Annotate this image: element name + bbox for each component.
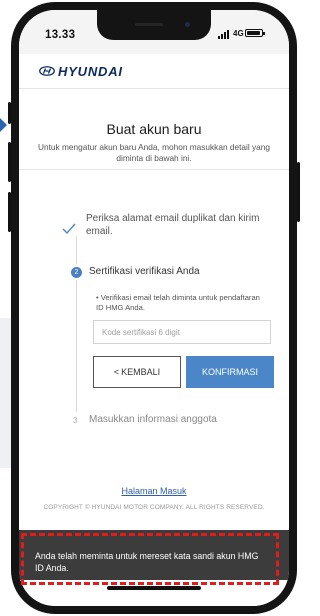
back-button-label: KEMBALI bbox=[121, 367, 161, 377]
chevron-left-icon: < bbox=[113, 367, 120, 377]
hyundai-emblem-icon[interactable] bbox=[39, 66, 55, 76]
phone-frame: 13.33 4G HYUNDAI Buat akun baru Untuk me… bbox=[8, 2, 300, 614]
step-3-number: 3 bbox=[73, 416, 78, 425]
speaker-grille bbox=[135, 23, 163, 26]
copyright-text: COPYRIGHT © HYUNDAI MOTOR COMPANY. ALL R… bbox=[43, 504, 265, 511]
signal-icon bbox=[218, 29, 229, 39]
camera-icon bbox=[185, 22, 190, 27]
page-subtitle: Untuk mengatur akun baru Anda, mohon mas… bbox=[38, 142, 270, 163]
phone-screen: 13.33 4G HYUNDAI Buat akun baru Untuk me… bbox=[19, 10, 289, 606]
app-header: HYUNDAI bbox=[19, 54, 289, 89]
step-3-label: Masukkan informasi anggota bbox=[89, 414, 217, 425]
pointer-arrow-icon bbox=[0, 118, 7, 132]
step-1-label: Periksa alamat email duplikat dan kirim … bbox=[86, 213, 260, 237]
back-button[interactable]: < KEMBALI bbox=[93, 356, 181, 388]
volume-down-button bbox=[8, 192, 11, 232]
page-title: Buat akun baru bbox=[106, 121, 202, 137]
step-connector bbox=[76, 280, 77, 412]
confirm-button[interactable]: KONFIRMASI bbox=[186, 356, 274, 388]
brand-logo[interactable]: HYUNDAI bbox=[58, 64, 123, 79]
divider bbox=[19, 169, 289, 170]
status-time: 13.33 bbox=[45, 29, 76, 41]
status-bar: 13.33 4G bbox=[19, 10, 289, 54]
network-label: 4G bbox=[233, 29, 244, 38]
confirm-button-label: KONFIRMASI bbox=[201, 367, 258, 377]
verification-code-input[interactable] bbox=[93, 320, 271, 344]
home-link[interactable]: Halaman Masuk bbox=[19, 486, 289, 496]
home-indicator[interactable] bbox=[107, 586, 201, 590]
battery-icon bbox=[245, 29, 265, 37]
verification-note: • Verifikasi email telah diminta untuk p… bbox=[96, 293, 260, 312]
mute-switch bbox=[8, 102, 11, 124]
notch bbox=[97, 10, 211, 40]
step-2-label: Sertifikasi verifikasi Anda bbox=[89, 266, 200, 277]
step-2-number: 2 bbox=[71, 267, 82, 278]
volume-up-button bbox=[8, 142, 11, 182]
step-connector bbox=[76, 236, 77, 264]
check-icon bbox=[62, 223, 76, 235]
power-button bbox=[297, 162, 300, 222]
highlight-box bbox=[21, 533, 279, 585]
